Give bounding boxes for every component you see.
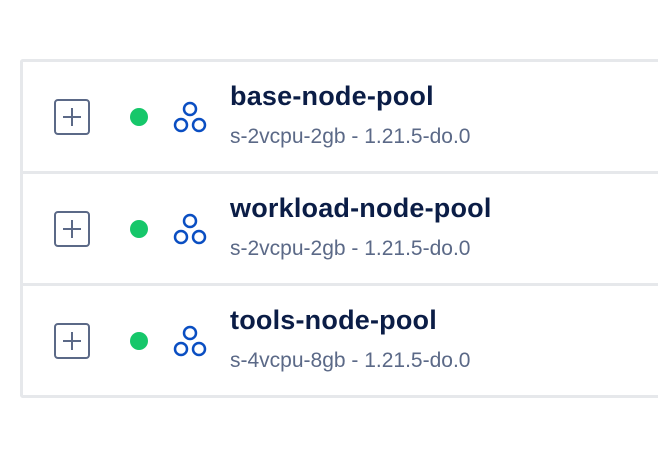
expand-button[interactable] <box>54 211 90 247</box>
node-pool-size-version: s-2vcpu-2gb - 1.21.5-do.0 <box>230 125 471 148</box>
expand-button[interactable] <box>54 99 90 135</box>
node-pool-name[interactable]: tools-node-pool <box>230 303 437 337</box>
plus-icon <box>63 108 81 126</box>
node-pool-name[interactable]: workload-node-pool <box>230 191 492 225</box>
node-pool-icon <box>173 325 207 357</box>
expand-button[interactable] <box>54 323 90 359</box>
node-pool-row: tools-node-pool s-4vcpu-8gb - 1.21.5-do.… <box>23 286 658 395</box>
node-pool-name[interactable]: base-node-pool <box>230 79 434 113</box>
plus-icon <box>63 220 81 238</box>
node-pool-size-version: s-2vcpu-2gb - 1.21.5-do.0 <box>230 237 471 260</box>
status-indicator-dot <box>130 108 148 126</box>
plus-icon <box>63 332 81 350</box>
node-pool-icon <box>173 213 207 245</box>
node-pool-list: base-node-pool s-2vcpu-2gb - 1.21.5-do.0… <box>20 59 658 398</box>
node-pool-size-version: s-4vcpu-8gb - 1.21.5-do.0 <box>230 349 471 372</box>
node-pool-row: base-node-pool s-2vcpu-2gb - 1.21.5-do.0 <box>23 62 658 174</box>
status-indicator-dot <box>130 332 148 350</box>
status-indicator-dot <box>130 220 148 238</box>
node-pool-row: workload-node-pool s-2vcpu-2gb - 1.21.5-… <box>23 174 658 286</box>
node-pool-icon <box>173 101 207 133</box>
